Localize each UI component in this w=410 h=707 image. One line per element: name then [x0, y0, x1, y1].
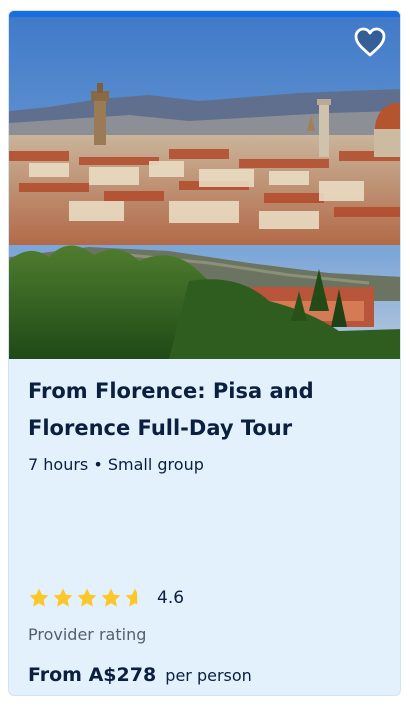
star-full-icon: [53, 588, 73, 607]
tour-image[interactable]: [9, 11, 400, 359]
tour-meta: 7 hours • Small group: [28, 455, 204, 474]
price: From A$278 per person: [28, 664, 252, 686]
tour-card[interactable]: From Florence: Pisa and Florence Full-Da…: [8, 10, 401, 696]
group-size-text: Small group: [107, 455, 204, 474]
star-rating: [28, 587, 148, 609]
rating-value: 4.6: [157, 588, 185, 608]
star-full-icon: [101, 588, 121, 607]
duration-text: 7 hours: [28, 455, 89, 474]
star-half-icon: [125, 588, 138, 607]
price-amount: From A$278: [28, 664, 157, 686]
star-full-icon: [77, 588, 97, 607]
price-unit: per person: [165, 666, 252, 685]
tour-title[interactable]: From Florence: Pisa and Florence Full-Da…: [28, 373, 378, 447]
florence-panorama-image: [9, 11, 400, 359]
rating-label: Provider rating: [28, 625, 147, 644]
card-accent-bar: [9, 11, 400, 17]
rating-row: 4.6: [28, 586, 184, 610]
heart-outline-icon: [354, 27, 386, 57]
star-full-icon: [29, 588, 49, 607]
meta-separator: •: [93, 455, 103, 474]
favorite-heart-icon[interactable]: [352, 25, 388, 59]
card-body: From Florence: Pisa and Florence Full-Da…: [9, 359, 400, 695]
